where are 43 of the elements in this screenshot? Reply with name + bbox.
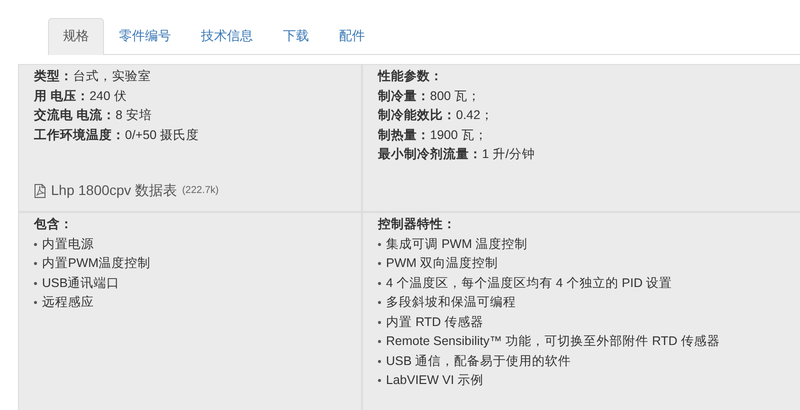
spec-line: 用 电压：240 伏 — [34, 88, 128, 104]
spec-line: 制热量：1900 瓦； — [378, 126, 488, 144]
list-item: 内置PWM温度控制 — [42, 255, 151, 272]
bullet-icon — [378, 320, 381, 324]
list-item: 内置 RTD 传感器 — [386, 314, 484, 330]
bullet-icon — [378, 379, 381, 382]
list-item: 4 个温度区，每个温度区均有 4 个独立的 PID 设置 — [386, 274, 672, 292]
list-item: USB通讯端口 — [42, 274, 120, 292]
tab[interactable]: 下载 — [268, 18, 324, 55]
spec-line: 最小制冷剂流量：1 升/分钟 — [378, 146, 536, 163]
section-heading: 控制器特性： — [378, 216, 457, 233]
list-item: USB 通信，配备易于使用的软件 — [386, 352, 572, 370]
bullet-icon — [378, 360, 381, 363]
bullet-icon — [378, 282, 381, 285]
bullet-icon — [34, 301, 37, 304]
spec-line: 交流电 电流：8 安培 — [34, 107, 153, 124]
bullet-icon — [378, 340, 381, 344]
bullet-icon — [378, 301, 381, 304]
list-item: 多段斜坡和保温可编程 — [386, 294, 516, 311]
list-item: 远程感应 — [42, 294, 94, 311]
tab[interactable]: 配件 — [324, 18, 380, 55]
list-item: Remote Sensibility™ 功能，可切换至外部附件 RTD 传感器 — [386, 333, 720, 350]
list-item: LabVIEW VI 示例 — [386, 372, 484, 389]
tab[interactable]: 技术信息 — [186, 18, 268, 55]
bullet-icon — [34, 262, 37, 266]
spec-line: 类型：台式，实验室 — [34, 68, 152, 85]
section-heading: 性能参数： — [378, 68, 444, 85]
list-item: 内置电源 — [42, 236, 94, 252]
spec-line: 制冷量：800 瓦； — [378, 88, 482, 104]
spec-line: 制冷能效比：0.42； — [378, 107, 494, 124]
download-link[interactable]: Lhp 1800cpv 数据表 — [51, 181, 178, 200]
list-item: PWM 双向温度控制 — [386, 255, 498, 272]
list-item: 集成可调 PWM 温度控制 — [386, 236, 528, 252]
tab[interactable]: 规格 — [48, 18, 104, 55]
tab[interactable]: 零件编号 — [104, 18, 186, 55]
bullet-icon — [34, 242, 37, 246]
section-heading: 包含： — [34, 216, 74, 233]
spec-line: 工作环境温度：0/+50 摄氏度 — [34, 126, 200, 144]
bullet-icon — [34, 282, 37, 285]
bullet-icon — [378, 262, 381, 266]
bullet-icon — [378, 242, 381, 246]
file-size: (222.7k) — [182, 184, 219, 198]
pdf-file-icon — [34, 184, 46, 198]
